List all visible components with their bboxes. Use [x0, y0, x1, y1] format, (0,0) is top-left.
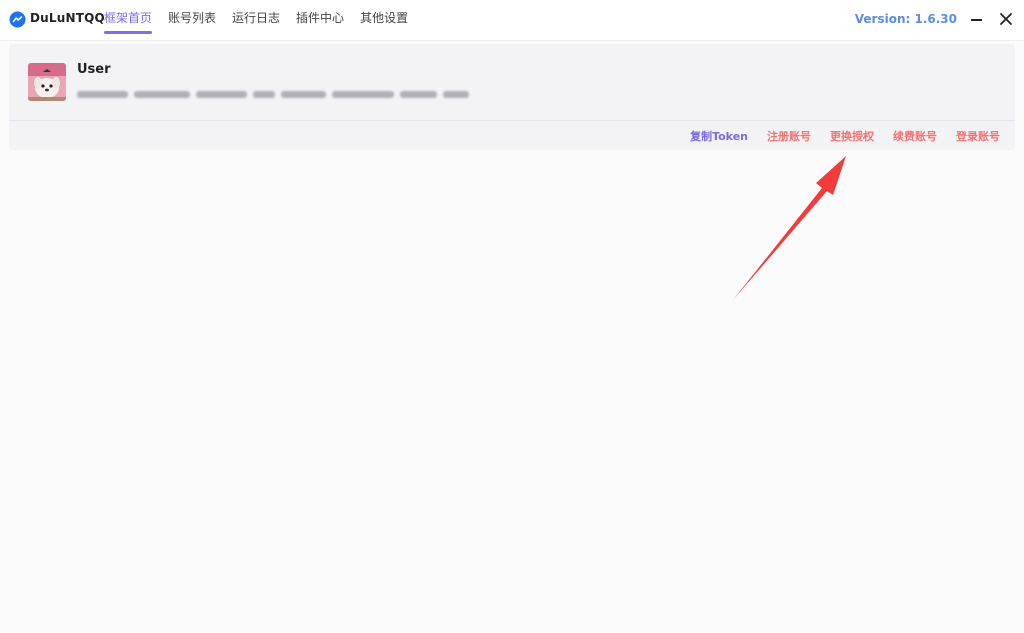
main-tabs: 框架首页 账号列表 运行日志 插件中心 其他设置	[104, 11, 424, 37]
tab-other-settings[interactable]: 其他设置	[360, 11, 408, 35]
app-name: DuLuNTQQ	[30, 11, 105, 25]
change-license-button[interactable]: 更换授权	[830, 128, 874, 144]
close-icon	[1000, 13, 1012, 25]
tab-run-log[interactable]: 运行日志	[232, 11, 280, 35]
tab-plugin-center[interactable]: 插件中心	[296, 11, 344, 35]
copy-token-button[interactable]: 复制Token	[690, 128, 748, 144]
minimize-button[interactable]	[970, 11, 984, 27]
register-account-button[interactable]: 注册账号	[767, 128, 811, 144]
blurred-account-details	[77, 88, 469, 100]
renew-account-button[interactable]: 续费账号	[893, 128, 937, 144]
version-label: Version: 1.6.30	[854, 12, 957, 26]
account-actions: 复制Token 注册账号 更换授权 续费账号 登录账号	[690, 128, 1000, 144]
title-bar: DuLuNTQQ 框架首页 账号列表 运行日志 插件中心 其他设置 Versio…	[0, 0, 1024, 41]
chat-bubble-icon	[9, 11, 26, 28]
login-account-button[interactable]: 登录账号	[956, 128, 1000, 144]
tab-account-list[interactable]: 账号列表	[168, 11, 216, 35]
user-avatar-icon	[28, 63, 66, 101]
username: User	[77, 62, 111, 77]
card-divider	[9, 120, 1015, 121]
close-button[interactable]	[998, 11, 1014, 27]
account-card: User 复制Token 注册账号 更换授权 续费账号 登录账号	[9, 44, 1015, 150]
red-arrow-annotation-icon	[733, 156, 846, 300]
tab-framework-home[interactable]: 框架首页	[104, 11, 153, 35]
